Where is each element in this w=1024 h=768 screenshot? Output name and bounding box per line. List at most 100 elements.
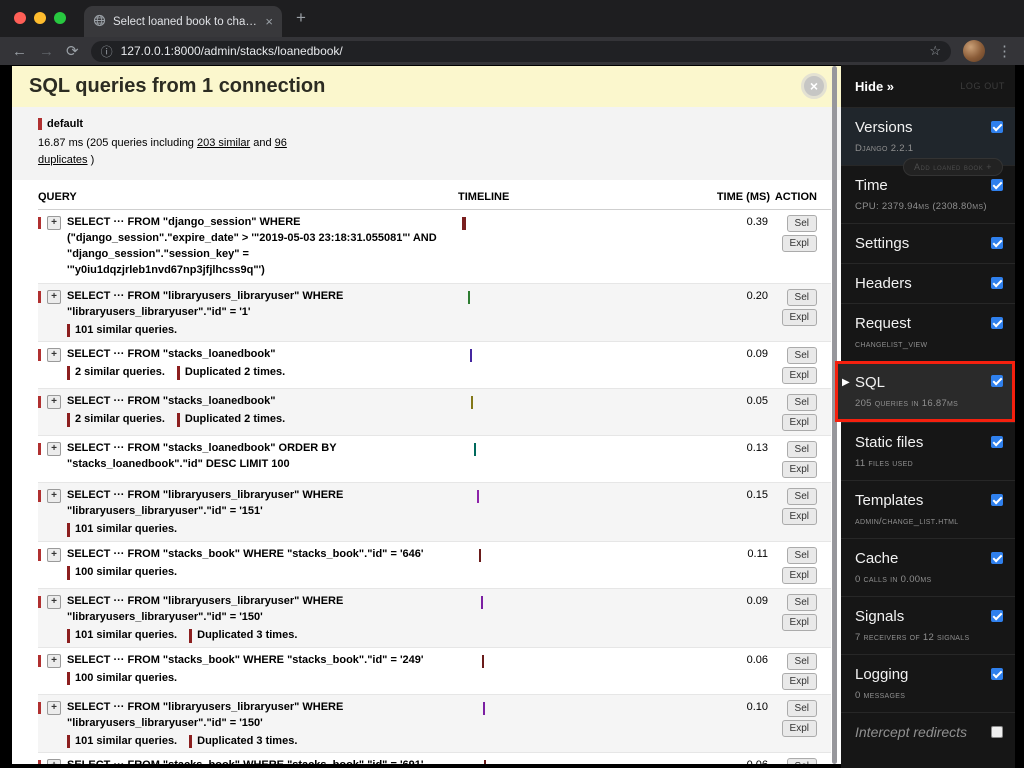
query-action-sel-button[interactable]: Sel — [786, 394, 817, 412]
browser-menu-icon[interactable]: ⋮ — [997, 44, 1012, 59]
query-action-expl-button[interactable]: Expl — [781, 414, 817, 432]
toolbar-item-checkbox[interactable] — [991, 436, 1003, 448]
query-action-sel-button[interactable]: Sel — [786, 594, 817, 611]
connection-label: default — [38, 118, 83, 130]
minimize-window-button[interactable] — [34, 12, 46, 24]
toolbar-item-request[interactable]: Request changelist_view — [841, 303, 1015, 361]
timeline-bar — [483, 701, 485, 715]
expand-query-button[interactable]: + — [47, 289, 61, 304]
toolbar-item-intercept-redirects[interactable]: Intercept redirects — [841, 712, 1015, 751]
toolbar-item-checkbox[interactable] — [991, 317, 1003, 329]
expand-query-button[interactable]: + — [47, 759, 61, 764]
expand-query-button[interactable]: + — [47, 595, 61, 609]
query-color-marker — [38, 654, 41, 667]
back-icon[interactable]: ← — [12, 44, 27, 59]
forward-icon[interactable]: → — [39, 44, 54, 59]
profile-avatar[interactable] — [963, 40, 985, 62]
toolbar-item-checkbox[interactable] — [991, 552, 1003, 564]
expand-query-button[interactable]: + — [47, 489, 61, 504]
query-action-expl-button[interactable]: Expl — [781, 508, 817, 526]
expand-query-button[interactable]: + — [47, 442, 61, 457]
toolbar-item-checkbox[interactable] — [991, 610, 1003, 622]
toolbar-item-templates[interactable]: Templates admin/change_list.html — [841, 480, 1015, 538]
timeline-cell — [458, 653, 708, 690]
connection-stats: default 16.87 ms (205 queries including … — [12, 107, 841, 180]
toolbar-item-checkbox[interactable] — [991, 237, 1003, 249]
query-row: + SELECT ··· FROM "stacks_book" WHERE "st… — [38, 648, 831, 695]
new-tab-button[interactable]: + — [296, 8, 306, 28]
query-action-sel-button[interactable]: Sel — [786, 699, 817, 717]
timeline-cell — [458, 488, 708, 537]
query-action-sel-button[interactable]: Sel — [786, 758, 817, 764]
query-notes: 100 similar queries. — [67, 671, 444, 686]
query-action-expl-button[interactable]: Expl — [781, 235, 817, 252]
toolbar-item-versions[interactable]: Versions Django 2.2.1 — [841, 107, 1015, 165]
query-action-expl-button[interactable]: Expl — [781, 719, 817, 737]
expand-query-button[interactable]: + — [47, 395, 61, 410]
query-actions: Sel Expl — [770, 652, 831, 690]
expand-query-button[interactable]: + — [47, 216, 61, 230]
browser-tab[interactable]: Select loaned book to change × — [84, 6, 282, 37]
address-bar[interactable]: ⓘ 127.0.0.1:8000/admin/stacks/loanedbook… — [90, 40, 951, 62]
toolbar-item-checkbox[interactable] — [991, 726, 1003, 738]
expand-query-button[interactable]: + — [47, 348, 61, 363]
query-text: SELECT ··· FROM "stacks_loanedbook" ORDE… — [67, 441, 444, 473]
bookmark-star-icon[interactable]: ☆ — [929, 43, 941, 59]
toolbar-item-logging[interactable]: Logging 0 messages — [841, 654, 1015, 712]
query-action-expl-button[interactable]: Expl — [781, 308, 817, 326]
toolbar-item-checkbox[interactable] — [991, 121, 1003, 133]
toolbar-item-checkbox[interactable] — [991, 277, 1003, 289]
query-action-expl-button[interactable]: Expl — [781, 461, 817, 479]
toolbar-item-static-files[interactable]: Static files 11 files used — [841, 422, 1015, 480]
tab-close-icon[interactable]: × — [265, 14, 273, 29]
selected-arrow-icon: ▶ — [842, 377, 850, 388]
query-action-sel-button[interactable]: Sel — [786, 547, 817, 564]
timeline-cell — [458, 441, 708, 478]
toolbar-item-checkbox[interactable] — [991, 494, 1003, 506]
query-actions: Sel Expl — [770, 215, 831, 279]
expand-query-button[interactable]: + — [47, 548, 61, 562]
query-note: 101 similar queries. — [67, 523, 177, 537]
panel-title: SQL queries from 1 connection — [29, 75, 326, 97]
page-info-icon[interactable]: ⓘ — [101, 43, 113, 60]
toolbar-item-settings[interactable]: Settings — [841, 223, 1015, 263]
toolbar-items: Versions Django 2.2.1 Time CPU: 2379.94ms (… — [835, 107, 1015, 751]
url-text[interactable]: 127.0.0.1:8000/admin/stacks/loanedbook/ — [121, 44, 343, 58]
reload-icon[interactable]: ⟳ — [66, 44, 79, 59]
query-action-expl-button[interactable]: Expl — [781, 614, 817, 631]
query-cell: + SELECT ··· FROM "libraryusers_libraryus… — [38, 700, 458, 749]
query-sql: SELECT ··· FROM "stacks_loanedbook" — [67, 395, 276, 408]
query-note: 2 similar queries. — [67, 413, 165, 428]
timeline-cell — [458, 594, 708, 643]
query-action-expl-button[interactable]: Expl — [781, 367, 817, 385]
query-note: 100 similar queries. — [67, 565, 177, 580]
toolbar-item-label: Intercept redirects — [855, 724, 968, 740]
toolbar-item-checkbox[interactable] — [991, 668, 1003, 680]
query-action-sel-button[interactable]: Sel — [786, 288, 817, 306]
query-color-marker — [38, 701, 41, 714]
query-action-sel-button[interactable]: Sel — [786, 347, 817, 365]
toolbar-item-subtitle: 0 messages — [855, 690, 906, 701]
toolbar-item-cache[interactable]: Cache 0 calls in 0.00ms — [841, 538, 1015, 596]
similar-queries-link[interactable]: 203 similar — [197, 137, 250, 149]
query-row: + SELECT ··· FROM "stacks_loanedbook" ORD… — [38, 436, 831, 484]
query-action-sel-button[interactable]: Sel — [786, 652, 817, 670]
toolbar-item-sql[interactable]: ▶ SQL 205 queries in 16.87ms — [835, 361, 1015, 422]
toolbar-item-headers[interactable]: Headers — [841, 263, 1015, 303]
query-action-sel-button[interactable]: Sel — [786, 441, 817, 459]
toolbar-item-checkbox[interactable] — [991, 179, 1003, 191]
query-action-sel-button[interactable]: Sel — [786, 215, 817, 232]
hide-toolbar-button[interactable]: Hide » — [855, 79, 894, 94]
query-note: Duplicated 2 times. — [176, 413, 285, 428]
expand-query-button[interactable]: + — [47, 653, 61, 668]
toolbar-item-signals[interactable]: Signals 7 receivers of 12 signals — [841, 596, 1015, 654]
toolbar-item-checkbox[interactable] — [991, 375, 1003, 387]
panel-close-button[interactable]: × — [801, 73, 827, 99]
zoom-window-button[interactable] — [54, 12, 66, 24]
expand-query-button[interactable]: + — [47, 700, 61, 715]
query-action-sel-button[interactable]: Sel — [786, 488, 817, 506]
query-action-expl-button[interactable]: Expl — [781, 567, 817, 584]
query-notes: 100 similar queries. — [67, 565, 444, 580]
query-action-expl-button[interactable]: Expl — [781, 672, 817, 690]
close-window-button[interactable] — [14, 12, 26, 24]
